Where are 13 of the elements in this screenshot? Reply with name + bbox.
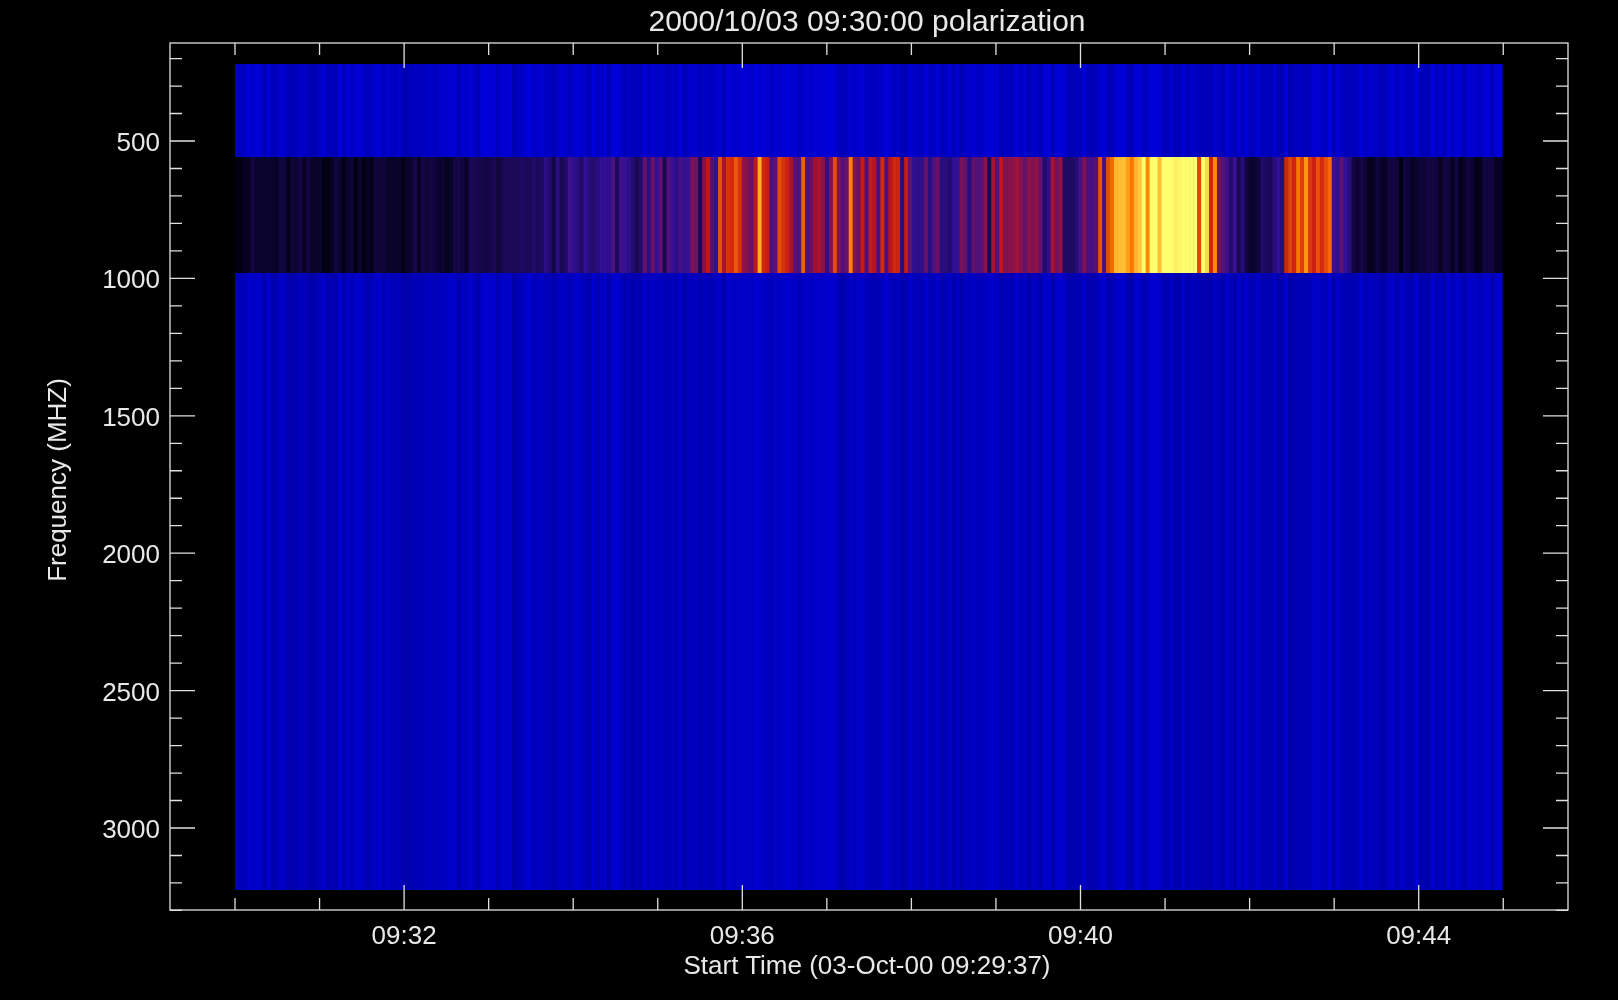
y-tick-label: 500 <box>116 127 160 157</box>
x-axis-label: Start Time (03-Oct-00 09:29:37) <box>683 950 1051 980</box>
y-tick-label: 3000 <box>102 814 160 844</box>
x-tick-label: 09:40 <box>1047 920 1114 950</box>
y-tick-label: 1500 <box>102 401 160 432</box>
y-tick-label: 2000 <box>102 539 160 570</box>
x-tick-label: 09:36 <box>709 920 775 950</box>
x-tick-label: 09:44 <box>1386 920 1452 950</box>
plot-title: 2000/10/03 09:30:00 polarization <box>648 4 1086 37</box>
y-axis-label: Frequency (MHZ) <box>42 378 72 582</box>
y-tick-label: 1000 <box>102 264 160 295</box>
x-tick-label: 09:32 <box>371 920 437 950</box>
y-tick-label: 2500 <box>102 676 160 707</box>
